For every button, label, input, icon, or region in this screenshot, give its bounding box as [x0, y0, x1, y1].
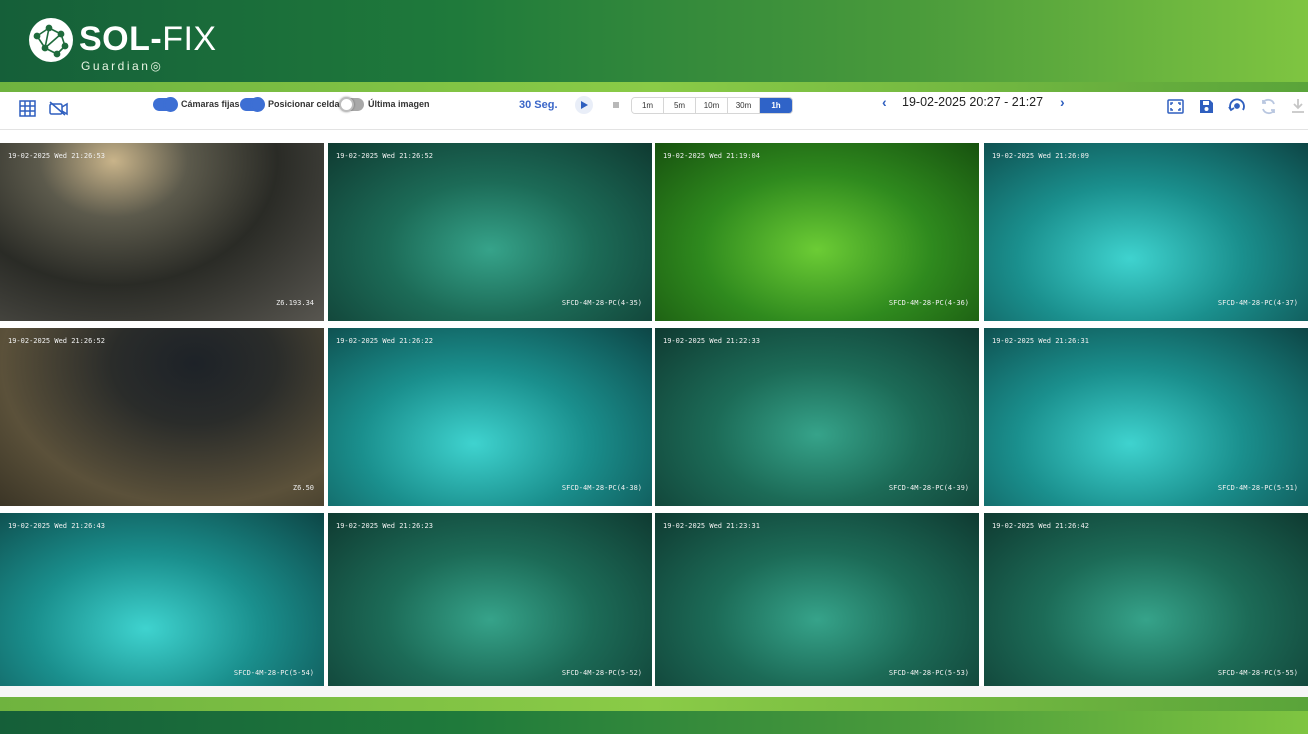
- date-range-display: 19-02-2025 20:27 - 21:27: [902, 95, 1044, 109]
- camera-timestamp: 19-02-2025 Wed 21:19:04: [663, 152, 760, 160]
- globe-network-logo-icon: [29, 18, 73, 62]
- camera-timestamp: 19-02-2025 Wed 21:26:31: [992, 337, 1089, 345]
- camera-id: Z6.193.34: [276, 299, 314, 307]
- camera-timestamp: 19-02-2025 Wed 21:26:09: [992, 152, 1089, 160]
- range-1h-button[interactable]: 1h: [760, 98, 792, 113]
- camera-id: SFCD-4M-28-PC(4-36): [888, 299, 969, 307]
- interval-selector[interactable]: 30 Seg.: [519, 99, 558, 111]
- footer-spacer: [0, 686, 1308, 697]
- position-cells-toggle[interactable]: [240, 97, 265, 112]
- camera-tile[interactable]: 19-02-2025 Wed 21:26:22 SFCD-4M-28-PC(4-3…: [328, 328, 652, 506]
- play-button[interactable]: [575, 96, 593, 114]
- camera-timestamp: 19-02-2025 Wed 21:26:23: [336, 522, 433, 530]
- camera-tile[interactable]: 19-02-2025 Wed 21:26:52 SFCD-4M-28-PC(4-3…: [328, 143, 652, 321]
- camera-tile[interactable]: 19-02-2025 Wed 21:26:43 SFCD-4M-28-PC(5-5…: [0, 513, 324, 691]
- header-accent-strip: [0, 82, 1308, 92]
- camera-timestamp: 19-02-2025 Wed 21:22:33: [663, 337, 760, 345]
- camera-timestamp: 19-02-2025 Wed 21:26:43: [8, 522, 105, 530]
- position-cells-label: Posicionar celdas: [268, 99, 345, 109]
- camera-id: SFCD-4M-28-PC(5-53): [888, 669, 969, 677]
- camera-timestamp: 19-02-2025 Wed 21:23:31: [663, 522, 760, 530]
- camera-id: SFCD-4M-28-PC(5-52): [561, 669, 642, 677]
- camera-tile[interactable]: 19-02-2025 Wed 21:26:42 SFCD-4M-28-PC(5-5…: [984, 513, 1308, 691]
- camera-tile[interactable]: 19-02-2025 Wed 21:22:33 SFCD-4M-28-PC(4-3…: [655, 328, 979, 506]
- camera-timestamp: 19-02-2025 Wed 21:26:42: [992, 522, 1089, 530]
- range-5m-button[interactable]: 5m: [664, 98, 696, 113]
- time-range-selector: 1m 5m 10m 30m 1h: [631, 97, 793, 114]
- footer-accent-strip: [0, 697, 1308, 711]
- camera-tile[interactable]: 19-02-2025 Wed 21:19:04 SFCD-4M-28-PC(4-3…: [655, 143, 979, 321]
- camera-id: SFCD-4M-28-PC(5-54): [233, 669, 314, 677]
- save-icon[interactable]: [1196, 96, 1216, 116]
- fixed-cameras-toggle[interactable]: [153, 97, 178, 112]
- camera-timestamp: 19-02-2025 Wed 21:26:22: [336, 337, 433, 345]
- refresh-icon[interactable]: [1258, 96, 1278, 116]
- range-1m-button[interactable]: 1m: [632, 98, 664, 113]
- next-range-chevron-right-icon[interactable]: ›: [1060, 94, 1065, 110]
- toolbar: Cámaras fijas Posicionar celdas Última i…: [0, 92, 1308, 130]
- camera-tile[interactable]: 19-02-2025 Wed 21:26:31 SFCD-4M-28-PC(5-5…: [984, 328, 1308, 506]
- camera-id: SFCD-4M-28-PC(4-35): [561, 299, 642, 307]
- last-image-toggle[interactable]: [339, 97, 364, 112]
- camera-tile[interactable]: 19-02-2025 Wed 21:23:31 SFCD-4M-28-PC(5-5…: [655, 513, 979, 691]
- range-10m-button[interactable]: 10m: [696, 98, 728, 113]
- header-banner: SOL-FIX Guardian◎: [0, 0, 1308, 82]
- camera-id: SFCD-4M-28-PC(5-51): [1217, 484, 1298, 492]
- camera-timestamp: 19-02-2025 Wed 21:26:53: [8, 152, 105, 160]
- camera-off-icon[interactable]: [47, 97, 69, 119]
- range-30m-button[interactable]: 30m: [728, 98, 760, 113]
- brand-name: SOL-FIX: [79, 20, 217, 58]
- fixed-cameras-label: Cámaras fijas: [181, 99, 240, 109]
- camera-id: SFCD-4M-28-PC(4-39): [888, 484, 969, 492]
- stop-button[interactable]: [607, 96, 625, 114]
- last-image-label: Última imagen: [368, 99, 430, 109]
- camera-id: SFCD-4M-28-PC(4-38): [561, 484, 642, 492]
- camera-tile[interactable]: 19-02-2025 Wed 21:26:09 SFCD-4M-28-PC(4-3…: [984, 143, 1308, 321]
- camera-id: Z6.50: [292, 484, 314, 492]
- camera-tile[interactable]: 19-02-2025 Wed 21:26:52 Z6.50: [0, 328, 324, 506]
- camera-id: SFCD-4M-28-PC(4-37): [1217, 299, 1298, 307]
- camera-id: SFCD-4M-28-PC(5-55): [1217, 669, 1298, 677]
- fullscreen-icon[interactable]: [1165, 96, 1185, 116]
- camera-timestamp: 19-02-2025 Wed 21:26:52: [8, 337, 105, 345]
- grid-view-icon[interactable]: [16, 97, 38, 119]
- previous-range-chevron-left-icon[interactable]: ‹: [882, 94, 887, 110]
- timelapse-icon[interactable]: [1227, 96, 1247, 116]
- brand-subtitle: Guardian◎: [81, 59, 164, 73]
- camera-grid: 19-02-2025 Wed 21:26:53 Z6.193.34 19-02-20…: [0, 143, 1308, 691]
- play-icon: [581, 101, 588, 109]
- download-icon[interactable]: [1288, 96, 1308, 116]
- camera-timestamp: 19-02-2025 Wed 21:26:52: [336, 152, 433, 160]
- camera-tile[interactable]: 19-02-2025 Wed 21:26:53 Z6.193.34: [0, 143, 324, 321]
- stop-icon: [613, 102, 619, 108]
- footer-banner: [0, 711, 1308, 734]
- camera-tile[interactable]: 19-02-2025 Wed 21:26:23 SFCD-4M-28-PC(5-5…: [328, 513, 652, 691]
